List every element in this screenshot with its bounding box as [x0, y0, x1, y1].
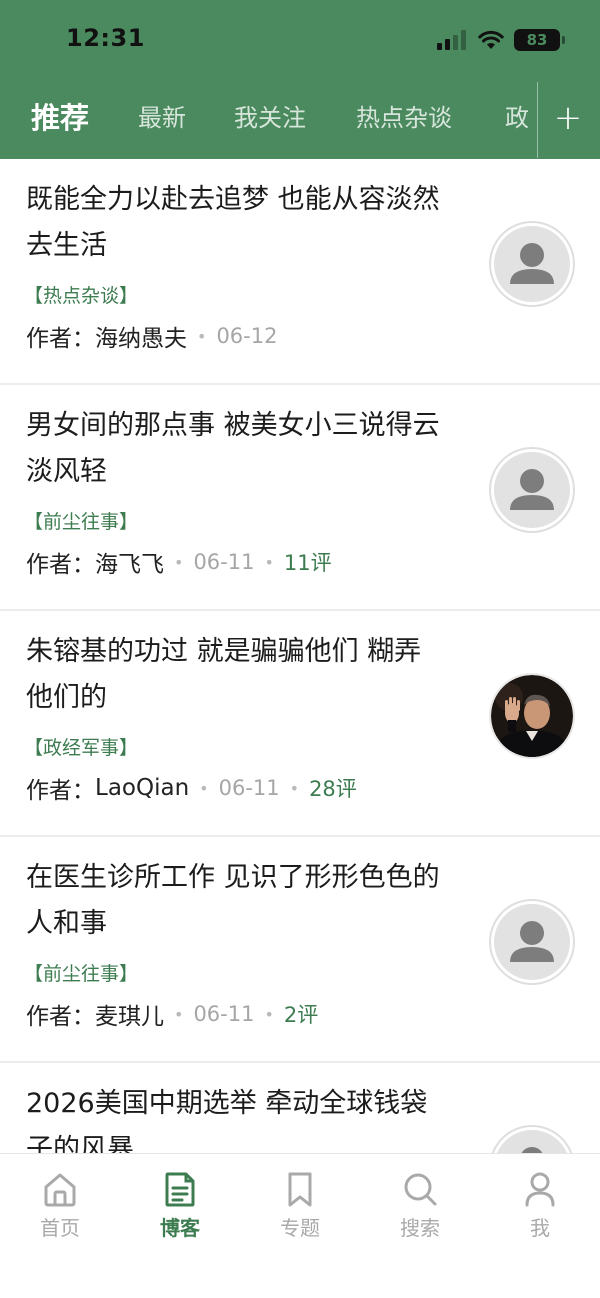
comment-count[interactable]: 2评	[284, 999, 318, 1029]
article-feed: 既能全力以赴去追梦 也能从容淡然去生活 【热点杂谈】 作者： 海纳愚夫 • 06…	[0, 159, 600, 1153]
author-name[interactable]: 麦琪儿	[95, 997, 164, 1031]
separator-dot: •	[264, 1004, 274, 1024]
article-title[interactable]: 男女间的那点事 被美女小三说得云淡风轻	[26, 403, 446, 495]
article-category-tag[interactable]: 【前尘往事】	[24, 959, 138, 986]
blog-document-icon	[165, 1172, 195, 1207]
battery-level: 83	[526, 31, 548, 49]
post-date: 06-11	[193, 550, 255, 574]
bottom-navigation: 首页 博客 专题 搜索 我	[0, 1153, 600, 1298]
nav-me-label: 我	[530, 1216, 550, 1240]
post-date: 06-11	[193, 1002, 255, 1026]
author-name[interactable]: 海纳愚夫	[95, 319, 187, 353]
article-item[interactable]: 男女间的那点事 被美女小三说得云淡风轻 【前尘往事】 作者： 海飞飞 • 06-…	[0, 385, 600, 611]
tab-latest[interactable]: 最新	[138, 88, 186, 148]
author-avatar[interactable]	[489, 899, 575, 985]
comment-count[interactable]: 28评	[309, 773, 357, 803]
separator-dot: •	[197, 326, 207, 346]
author-prefix: 作者：	[26, 326, 95, 352]
article-item[interactable]: 既能全力以赴去追梦 也能从容淡然去生活 【热点杂谈】 作者： 海纳愚夫 • 06…	[0, 159, 600, 385]
status-time: 12:31	[66, 24, 145, 52]
top-header: 12:31 83 推荐 最新 我关注 热点杂谈 政 +	[0, 0, 600, 159]
nav-home[interactable]: 首页	[0, 1170, 120, 1250]
tab-hot-topics[interactable]: 热点杂谈	[356, 88, 452, 148]
default-avatar-icon	[494, 1130, 570, 1153]
author-photo	[491, 675, 573, 757]
nav-me[interactable]: 我	[480, 1170, 600, 1250]
article-title[interactable]: 2026美国中期选举 牵动全球钱袋子的风暴	[26, 1081, 446, 1153]
search-icon	[404, 1173, 437, 1206]
status-icons: 83	[437, 27, 565, 53]
nav-blog-label: 博客	[160, 1216, 200, 1240]
author-avatar[interactable]	[489, 447, 575, 533]
article-meta: 作者： 海纳愚夫 • 06-12	[26, 319, 277, 353]
article-item[interactable]: 朱镕基的功过 就是骗骗他们 糊弄他们的 【政经军事】 作者： LaoQian •…	[0, 611, 600, 837]
bookmark-icon	[288, 1172, 312, 1207]
author-avatar[interactable]	[489, 221, 575, 307]
nav-search[interactable]: 搜索	[360, 1170, 480, 1250]
separator-dot: •	[174, 1004, 184, 1024]
article-title[interactable]: 朱镕基的功过 就是骗骗他们 糊弄他们的	[26, 629, 446, 721]
separator-dot: •	[289, 778, 300, 798]
post-date: 06-11	[218, 776, 280, 800]
author-avatar[interactable]	[489, 673, 575, 759]
article-item[interactable]: 在医生诊所工作 见识了形形色色的人和事 【前尘往事】 作者： 麦琪儿 • 06-…	[0, 837, 600, 1063]
article-category-tag[interactable]: 【热点杂谈】	[24, 281, 138, 308]
article-meta: 作者： 海飞飞 • 06-11 • 11评	[26, 545, 332, 579]
tab-following[interactable]: 我关注	[234, 88, 306, 148]
nav-search-label: 搜索	[400, 1216, 440, 1240]
article-title[interactable]: 既能全力以赴去追梦 也能从容淡然去生活	[26, 177, 446, 269]
separator-dot: •	[264, 552, 274, 572]
nav-home-label: 首页	[40, 1216, 80, 1240]
article-meta: 作者： 麦琪儿 • 06-11 • 2评	[26, 997, 318, 1031]
tab-politics[interactable]: 政	[505, 88, 529, 148]
author-name[interactable]: LaoQian	[95, 775, 189, 801]
cellular-signal-icon	[437, 30, 466, 50]
author-prefix: 作者：	[26, 552, 95, 578]
author-prefix: 作者：	[26, 1004, 95, 1030]
home-icon	[44, 1173, 76, 1207]
default-avatar-icon	[494, 452, 570, 528]
wifi-icon	[478, 30, 504, 49]
user-icon	[525, 1172, 555, 1207]
category-tabs: 推荐 最新 我关注 热点杂谈 政	[0, 88, 536, 148]
separator-dot: •	[174, 552, 184, 572]
add-tab-button[interactable]: +	[548, 96, 588, 140]
author-avatar[interactable]	[489, 1125, 575, 1153]
battery-icon: 83	[514, 29, 565, 51]
article-category-tag[interactable]: 【政经军事】	[24, 733, 138, 760]
comment-count[interactable]: 11评	[284, 547, 332, 577]
author-prefix: 作者：	[26, 778, 95, 804]
nav-topics[interactable]: 专题	[240, 1170, 360, 1250]
author-name[interactable]: 海飞飞	[95, 545, 164, 579]
tab-recommended[interactable]: 推荐	[31, 88, 89, 148]
tab-divider	[537, 82, 538, 158]
separator-dot: •	[199, 778, 209, 798]
default-avatar-icon	[494, 904, 570, 980]
nav-topics-label: 专题	[280, 1216, 320, 1240]
article-title[interactable]: 在医生诊所工作 见识了形形色色的人和事	[26, 855, 446, 947]
post-date: 06-12	[216, 324, 278, 348]
default-avatar-icon	[494, 226, 570, 302]
article-item[interactable]: 2026美国中期选举 牵动全球钱袋子的风暴	[0, 1063, 600, 1153]
article-category-tag[interactable]: 【前尘往事】	[24, 507, 138, 534]
article-meta: 作者： LaoQian • 06-11 • 28评	[26, 771, 357, 805]
nav-blog[interactable]: 博客	[120, 1170, 240, 1250]
